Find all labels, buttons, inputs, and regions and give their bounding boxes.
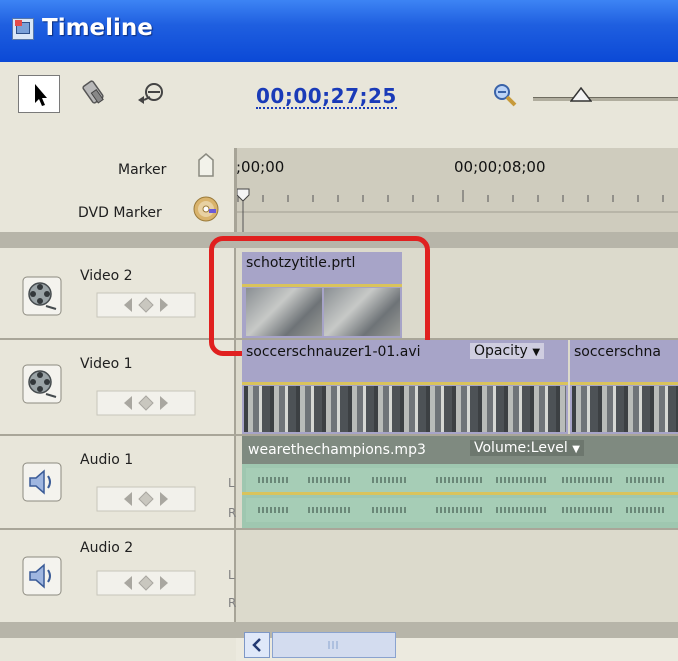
waveform-right <box>246 498 678 522</box>
keyframe-nav-icon <box>96 292 196 318</box>
arrow-cursor-icon <box>35 84 47 106</box>
razor-tool-button[interactable] <box>78 76 114 112</box>
opacity-rubber-band[interactable] <box>570 382 678 385</box>
clip-name: soccerschna <box>574 344 661 360</box>
toggle-track-output-button[interactable] <box>22 364 62 404</box>
current-timecode[interactable]: 00;00;27;25 <box>256 85 397 109</box>
channel-label-right: R <box>228 596 237 610</box>
playhead-marker[interactable] <box>236 175 250 232</box>
dropdown-arrow-icon: ▼ <box>532 347 541 358</box>
speaker-icon <box>22 556 62 596</box>
video-clip[interactable]: soccerschnauzer1-01.avi Opacity ▼ <box>242 340 568 434</box>
clip-thumbnail-strip <box>572 386 678 432</box>
film-reel-icon <box>22 276 62 316</box>
track-name-audio-2: Audio 2 <box>80 540 134 556</box>
selection-tool-button[interactable] <box>18 75 60 113</box>
toggle-track-output-button[interactable] <box>22 276 62 316</box>
zoom-out-icon[interactable] <box>490 80 520 110</box>
track-select-tool-button[interactable] <box>134 76 170 112</box>
speaker-icon <box>22 462 62 502</box>
waveform-left <box>246 468 678 492</box>
marker-label: Marker <box>118 162 167 178</box>
track-select-icon <box>138 83 163 104</box>
keyframe-nav-icon <box>96 390 196 416</box>
effect-label: Opacity <box>474 343 528 359</box>
track-name-video-1: Video 1 <box>80 356 133 372</box>
keyframe-navigator[interactable] <box>96 390 196 416</box>
timeline-window-icon <box>12 18 34 40</box>
video-clip[interactable]: soccerschna <box>570 340 678 434</box>
channel-label-right: R <box>228 506 237 520</box>
keyframe-nav-icon <box>96 570 196 596</box>
track-name-video-2: Video 2 <box>80 268 133 284</box>
effect-label: Volume:Level <box>474 440 568 456</box>
ruler-tick-label: 00;00;08;00 <box>454 158 546 176</box>
razor-icon <box>82 80 104 104</box>
clip-name: soccerschnauzer1-01.avi <box>246 344 421 360</box>
keyframe-nav-icon <box>96 486 196 512</box>
toggle-track-audio-button[interactable] <box>22 556 62 596</box>
zoom-slider-track[interactable] <box>533 97 678 101</box>
dvd-disc-icon[interactable] <box>192 195 220 223</box>
keyframe-navigator[interactable] <box>96 570 196 596</box>
clip-name: wearethechampions.mp3 <box>248 442 426 458</box>
track-name-audio-1: Audio 1 <box>80 452 134 468</box>
clip-effect-dropdown[interactable]: Volume:Level ▼ <box>470 440 584 456</box>
set-marker-icon[interactable] <box>197 152 215 178</box>
channel-label-left: L <box>228 568 235 582</box>
scroll-left-button[interactable] <box>244 632 270 658</box>
film-reel-icon <box>22 364 62 404</box>
chevron-left-icon <box>252 638 261 652</box>
keyframe-navigator[interactable] <box>96 292 196 318</box>
ruler-ticks <box>236 190 678 213</box>
dropdown-arrow-icon: ▼ <box>572 444 580 455</box>
track-divider[interactable] <box>0 528 678 530</box>
clip-effect-dropdown[interactable]: Opacity ▼ <box>470 343 545 359</box>
highlight-annotation <box>209 236 430 356</box>
keyframe-navigator[interactable] <box>96 486 196 512</box>
volume-rubber-band[interactable] <box>242 492 678 495</box>
audio-clip[interactable]: wearethechampions.mp3 Volume:Level ▼ <box>242 436 678 528</box>
clip-thumbnail-strip <box>244 386 566 432</box>
zoom-slider-handle[interactable] <box>569 86 593 103</box>
grip-icon <box>328 641 338 649</box>
ruler-tick-label: ;00;00 <box>236 158 285 176</box>
scrollbar-thumb[interactable] <box>272 632 396 658</box>
window-title: Timeline <box>42 15 153 41</box>
channel-label-left: L <box>228 476 235 490</box>
toggle-track-audio-button[interactable] <box>22 462 62 502</box>
dvd-marker-label: DVD Marker <box>78 205 162 221</box>
opacity-rubber-band[interactable] <box>242 382 568 385</box>
